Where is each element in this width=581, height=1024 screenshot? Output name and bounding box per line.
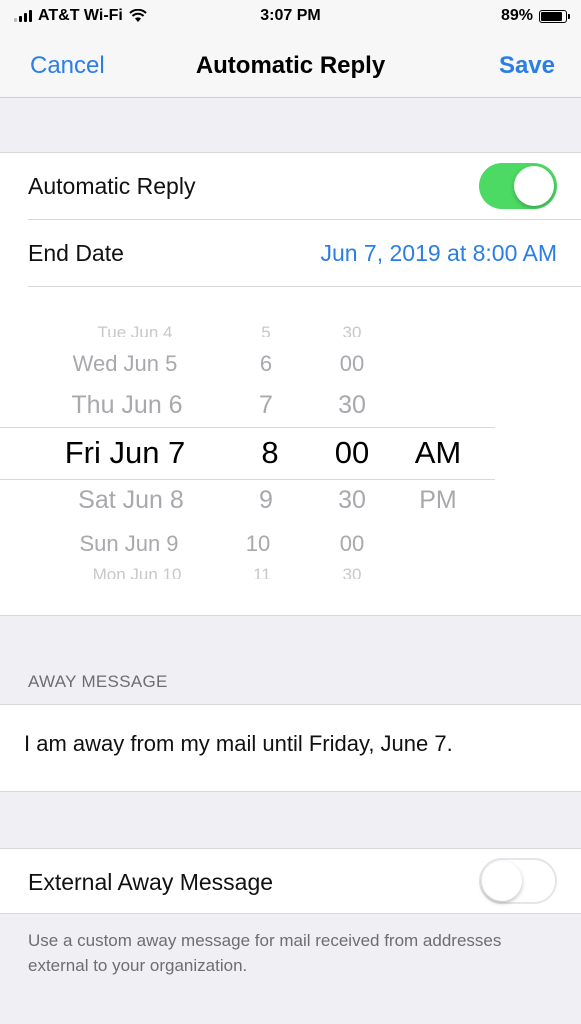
status-bar: AT&T Wi-Fi 3:07 PM 89%: [0, 0, 581, 34]
automatic-reply-label: Automatic Reply: [28, 173, 196, 199]
picker-date-item[interactable]: Thu Jun 6: [42, 391, 212, 420]
navigation-bar: Cancel Automatic Reply Save: [0, 34, 581, 98]
picker-selection-top-line: [0, 427, 495, 428]
away-message-field[interactable]: I am away from my mail until Friday, Jun…: [24, 731, 453, 757]
picker-date-item[interactable]: Wed Jun 5: [40, 351, 210, 377]
picker-hour-item[interactable]: 7: [236, 391, 296, 420]
automatic-reply-row: Automatic Reply: [0, 153, 581, 219]
date-time-picker[interactable]: Tue Jun 4 Wed Jun 5 Thu Jun 6 Fri Jun 7 …: [0, 303, 581, 607]
battery-icon: [539, 9, 570, 23]
picker-minute-item[interactable]: 30: [322, 391, 382, 420]
picker-minute-selected[interactable]: 00: [322, 435, 382, 471]
toggle-knob: [482, 861, 522, 901]
picker-date-item[interactable]: Mon Jun 10: [52, 565, 222, 579]
picker-hour-item[interactable]: 5: [236, 323, 296, 337]
picker-period-selected[interactable]: AM: [400, 435, 476, 471]
external-away-row: External Away Message: [0, 848, 581, 914]
toggle-knob: [514, 166, 554, 206]
picker-date-item[interactable]: Sat Jun 8: [46, 486, 216, 515]
picker-date-selected[interactable]: Fri Jun 7: [40, 435, 210, 471]
picker-minute-item[interactable]: 30: [322, 565, 382, 579]
away-message-section-header: AWAY MESSAGE: [28, 672, 168, 691]
automatic-reply-toggle[interactable]: [479, 163, 557, 209]
picker-hour-item[interactable]: 6: [236, 351, 296, 377]
end-date-label: End Date: [28, 240, 124, 266]
picker-minute-item[interactable]: 00: [322, 351, 382, 377]
battery-fill: [541, 11, 563, 21]
picker-minute-item[interactable]: 00: [322, 531, 382, 557]
end-date-row[interactable]: End Date Jun 7, 2019 at 8:00 AM: [0, 220, 581, 286]
picker-date-item[interactable]: Tue Jun 4: [50, 323, 220, 337]
status-time: 3:07 PM: [260, 7, 321, 24]
battery-percent: 89%: [500, 7, 533, 24]
external-away-label: External Away Message: [28, 869, 274, 895]
external-away-note: Use a custom away message for mail recei…: [28, 931, 502, 975]
status-right: 89%: [500, 7, 570, 25]
picker-period-item[interactable]: PM: [400, 486, 476, 515]
page-title: Automatic Reply: [195, 52, 386, 79]
settings-group: Automatic Reply End Date Jun 7, 2019 at …: [0, 152, 581, 616]
picker-hour-item[interactable]: 9: [236, 486, 296, 515]
picker-minute-item[interactable]: 30: [322, 486, 382, 515]
row-divider: [28, 286, 581, 287]
picker-date-item[interactable]: Sun Jun 9: [44, 531, 214, 557]
picker-selection-bottom-line: [0, 479, 495, 480]
end-date-value[interactable]: Jun 7, 2019 at 8:00 AM: [320, 240, 557, 267]
picker-minute-item[interactable]: 30: [322, 323, 382, 337]
picker-hour-selected[interactable]: 8: [240, 435, 300, 471]
picker-hour-item[interactable]: 10: [228, 531, 288, 557]
external-away-toggle[interactable]: [479, 858, 557, 904]
picker-hour-item[interactable]: 11: [232, 565, 292, 579]
away-message-group: I am away from my mail until Friday, Jun…: [0, 704, 581, 792]
save-button[interactable]: Save: [499, 52, 555, 80]
